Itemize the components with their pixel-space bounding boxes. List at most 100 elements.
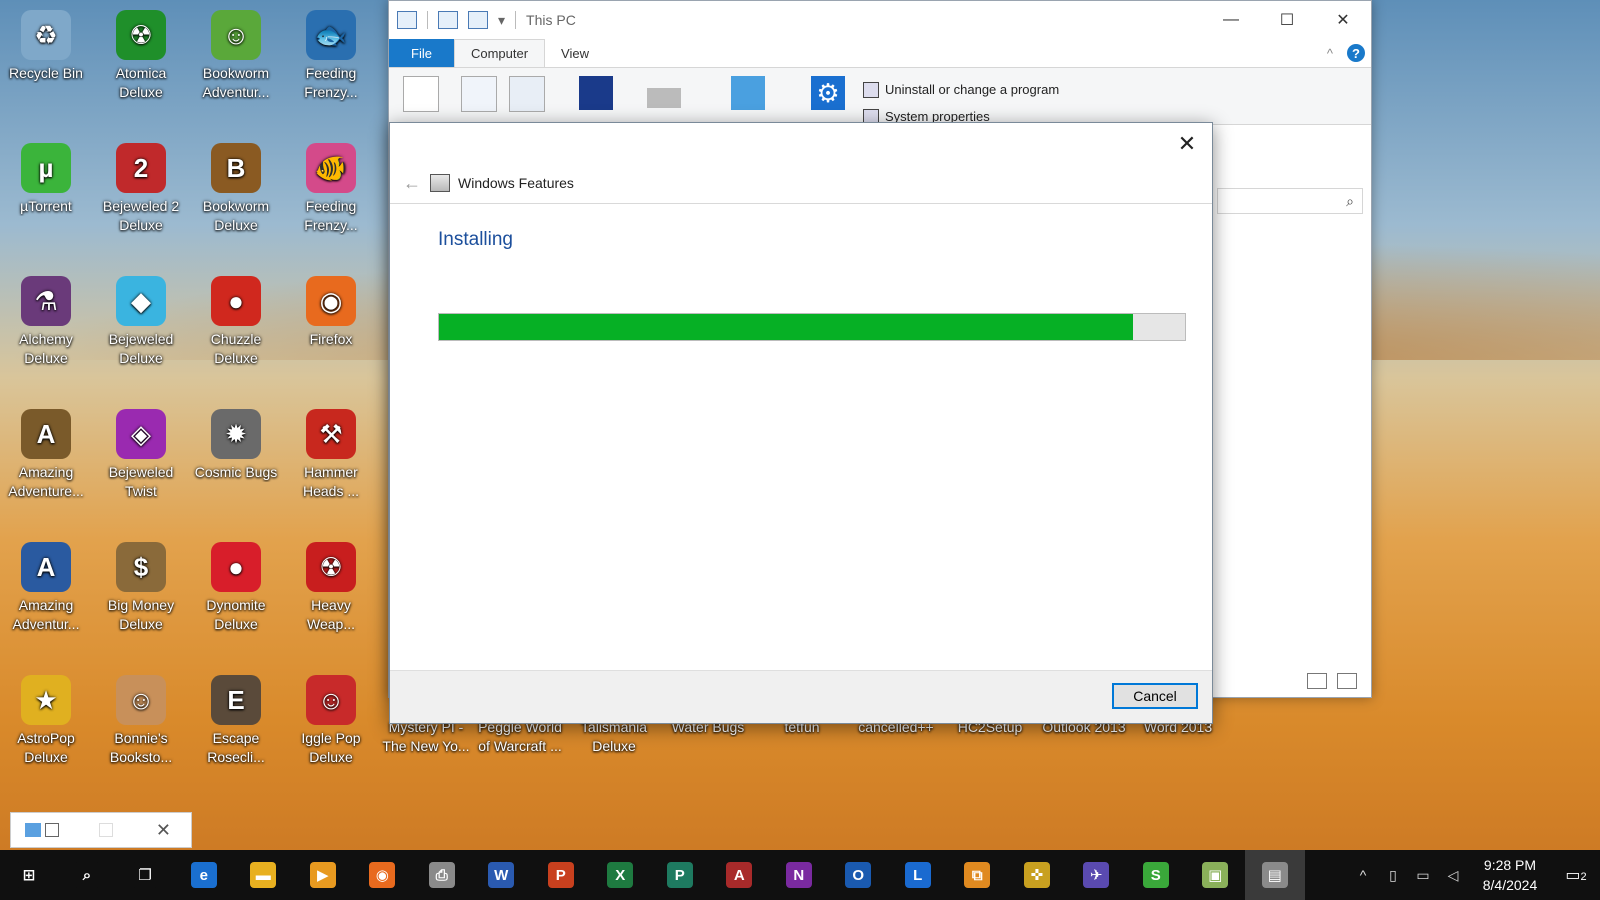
map-network-drive-ribbon-icon[interactable] xyxy=(647,88,681,108)
desktop-icon[interactable]: $ Big Money Deluxe xyxy=(95,536,187,660)
desktop-icon[interactable]: Mystery PI - The New Yo... xyxy=(380,718,472,768)
collapse-ribbon-icon[interactable]: ^ xyxy=(1327,46,1333,61)
desktop-icon[interactable]: ☢ Heavy Weap... xyxy=(285,536,377,660)
access-media-ribbon-icon[interactable] xyxy=(579,76,613,110)
minimized-window-thumbnail[interactable]: ✕ xyxy=(10,812,192,848)
properties-icon[interactable] xyxy=(438,11,458,29)
desktop-icon[interactable]: ♻ Recycle Bin xyxy=(0,4,92,128)
window-title: This PC xyxy=(526,12,576,28)
tab-file[interactable]: File xyxy=(389,39,454,67)
taskbar-button[interactable]: ⎙ xyxy=(412,850,472,900)
desktop-icon[interactable]: 🐠 Feeding Frenzy... xyxy=(285,137,377,261)
desktop-icon[interactable]: tetfun xyxy=(756,718,848,768)
desktop-icon[interactable]: cancelled++ xyxy=(850,718,942,768)
search-input[interactable]: ⌕ xyxy=(1217,188,1363,214)
taskbar-button[interactable]: A xyxy=(710,850,770,900)
desktop-icon[interactable]: ● Chuzzle Deluxe xyxy=(190,270,282,394)
action-center-button[interactable]: ▭2 xyxy=(1552,865,1600,885)
taskbar-button[interactable]: e xyxy=(174,850,234,900)
close-icon[interactable]: ✕ xyxy=(156,820,171,841)
desktop-icon[interactable]: B Bookworm Deluxe xyxy=(190,137,282,261)
icon-glyph: ◆ xyxy=(131,285,151,316)
taskbar-button[interactable]: ⊞ xyxy=(0,850,58,900)
show-hidden-icons-icon[interactable]: ^ xyxy=(1348,867,1378,883)
settings-gear-icon[interactable]: ⚙ xyxy=(811,76,845,110)
help-icon[interactable]: ? xyxy=(1347,44,1365,62)
taskbar-button[interactable]: ◉ xyxy=(353,850,413,900)
new-folder-icon[interactable] xyxy=(468,11,488,29)
chevron-down-icon[interactable]: ▾ xyxy=(498,12,505,29)
tab-view[interactable]: View xyxy=(545,39,605,67)
uninstall-program-link[interactable]: Uninstall or change a program xyxy=(863,76,1059,103)
firefox-icon: ◉ xyxy=(306,276,356,326)
desktop-icon[interactable]: ☢ Atomica Deluxe xyxy=(95,4,187,128)
taskbar-button[interactable]: ▣ xyxy=(1186,850,1246,900)
desktop-icon[interactable]: ☺ Iggle Pop Deluxe xyxy=(285,669,377,793)
icon-glyph: A xyxy=(36,418,56,449)
taskbar-button[interactable]: W xyxy=(472,850,532,900)
desktop-icon[interactable]: Talismania Deluxe xyxy=(568,718,660,768)
taskbar-button[interactable]: ▶ xyxy=(293,850,353,900)
close-button[interactable]: ✕ xyxy=(1315,1,1371,39)
taskbar-button[interactable]: ✈ xyxy=(1067,850,1127,900)
taskbar-button[interactable]: L xyxy=(888,850,948,900)
desktop-icon[interactable]: ☺ Bookworm Adventur... xyxy=(190,4,282,128)
taskbar-button[interactable]: S xyxy=(1126,850,1186,900)
volume-muted-icon[interactable]: ◁ xyxy=(1438,867,1468,884)
properties-ribbon-icon[interactable] xyxy=(403,76,439,112)
desktop-icon[interactable]: ● Dynomite Deluxe xyxy=(190,536,282,660)
icon-glyph: ☺ xyxy=(317,684,345,715)
large-icons-view-icon[interactable] xyxy=(1337,673,1357,689)
usb-icon[interactable]: ▯ xyxy=(1378,867,1408,884)
rename-ribbon-icon[interactable] xyxy=(509,76,545,112)
network-tool-icon: ✜ xyxy=(1023,862,1050,888)
desktop-icon[interactable]: A Amazing Adventur... xyxy=(0,536,92,660)
taskbar-button[interactable]: O xyxy=(829,850,889,900)
astropop-icon: ★ xyxy=(21,675,71,725)
taskbar-button[interactable]: ▤ xyxy=(1245,850,1305,900)
desktop-icon[interactable]: Peggle World of Warcraft ... xyxy=(474,718,566,768)
desktop-icon[interactable]: Outlook 2013 xyxy=(1038,718,1130,768)
desktop-icon[interactable]: ◉ Firefox xyxy=(285,270,377,394)
taskbar-button[interactable]: P xyxy=(531,850,591,900)
taskbar-button[interactable]: ⧉ xyxy=(948,850,1008,900)
desktop-icon-label: Heavy Weap... xyxy=(307,597,355,632)
desktop-icon[interactable]: A Amazing Adventure... xyxy=(0,403,92,527)
clock-date: 8/4/2024 xyxy=(1482,877,1538,893)
desktop-icon[interactable]: ✹ Cosmic Bugs xyxy=(190,403,282,527)
desktop-icon[interactable]: ◆ Bejeweled Deluxe xyxy=(95,270,187,394)
taskbar-button[interactable]: ✜ xyxy=(1007,850,1067,900)
taskbar-button[interactable]: ⌕ xyxy=(58,850,116,900)
tab-computer[interactable]: Computer xyxy=(453,39,546,67)
desktop-icon[interactable]: Word 2013 xyxy=(1132,718,1224,768)
clock[interactable]: 9:28 PM 8/4/2024 xyxy=(1468,855,1552,895)
taskbar-button[interactable]: X xyxy=(591,850,651,900)
icon-glyph: ♻ xyxy=(34,19,58,50)
desktop-icon[interactable]: HC2Setup xyxy=(944,718,1036,768)
this-pc-icon[interactable] xyxy=(397,11,417,29)
taskbar-button[interactable]: ❐ xyxy=(116,850,174,900)
open-ribbon-icon[interactable] xyxy=(461,76,497,112)
desktop-icon[interactable]: ☺ Bonnie's Booksto... xyxy=(95,669,187,793)
feeding-frenzy-2-icon: 🐠 xyxy=(306,143,356,193)
desktop-icon[interactable]: E Escape Rosecli... xyxy=(190,669,282,793)
back-arrow-icon[interactable]: ← xyxy=(390,173,430,194)
desktop-icon[interactable]: ★ AstroPop Deluxe xyxy=(0,669,92,793)
desktop-icon[interactable]: 2 Bejeweled 2 Deluxe xyxy=(95,137,187,261)
taskbar-button[interactable]: P xyxy=(650,850,710,900)
cancel-button[interactable]: Cancel xyxy=(1112,683,1198,709)
taskbar-button[interactable]: ▬ xyxy=(234,850,294,900)
desktop-icon[interactable]: ⚗ Alchemy Deluxe xyxy=(0,270,92,394)
desktop-icon[interactable]: Water Bugs xyxy=(662,718,754,768)
dialog-close-button[interactable]: ✕ xyxy=(1172,129,1202,159)
network-icon[interactable]: ▭ xyxy=(1408,867,1438,884)
add-network-location-ribbon-icon[interactable] xyxy=(731,76,765,110)
minimize-button[interactable]: — xyxy=(1203,1,1259,39)
maximize-button[interactable]: ☐ xyxy=(1259,1,1315,39)
taskbar-button[interactable]: N xyxy=(769,850,829,900)
details-view-icon[interactable] xyxy=(1307,673,1327,689)
desktop-icon[interactable]: ◈ Bejeweled Twist xyxy=(95,403,187,527)
desktop-icon[interactable]: µ µTorrent xyxy=(0,137,92,261)
desktop-icon[interactable]: 🐟 Feeding Frenzy... xyxy=(285,4,377,128)
desktop-icon[interactable]: ⚒ Hammer Heads ... xyxy=(285,403,377,527)
